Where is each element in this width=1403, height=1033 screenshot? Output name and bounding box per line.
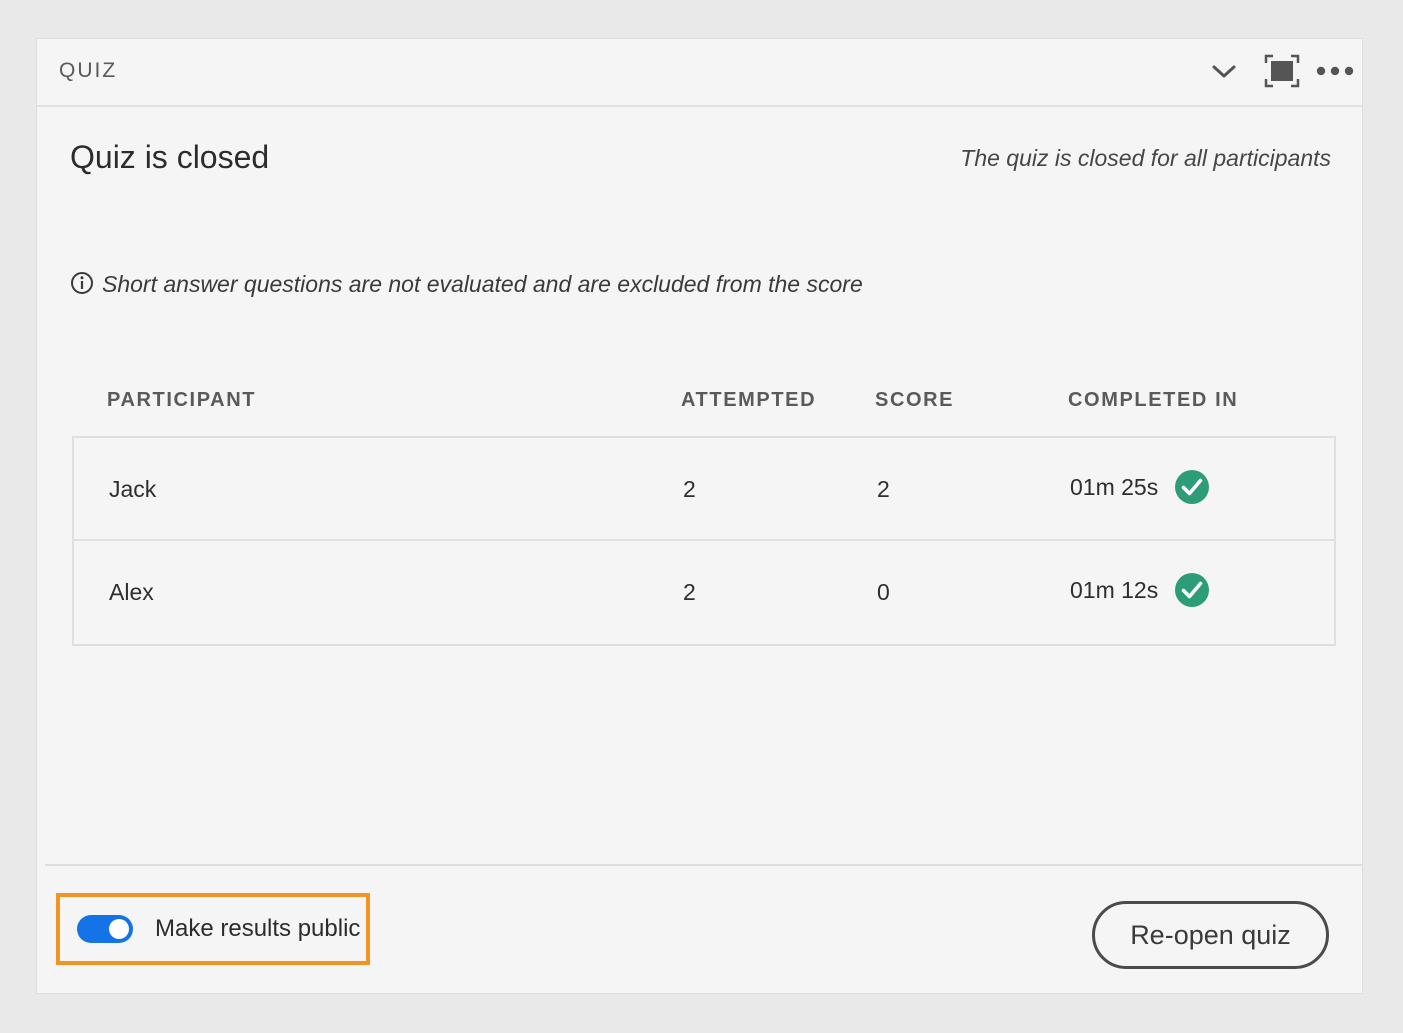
- evaluation-notice: Short answer questions are not evaluated…: [70, 271, 863, 298]
- make-results-public-highlight: Make results public: [56, 893, 370, 965]
- completed-in-time: 01m 12s: [1070, 576, 1159, 603]
- check-circle-icon: [1175, 573, 1210, 607]
- fullscreen-icon[interactable]: [1262, 53, 1302, 89]
- participant-name: Alex: [109, 579, 154, 605]
- table-header: PARTICIPANT ATTEMPTED SCORE COMPLETED IN: [72, 379, 1336, 436]
- reopen-quiz-button[interactable]: Re-open quiz: [1092, 901, 1329, 969]
- check-circle-icon: [1175, 470, 1210, 504]
- quiz-status-subtitle: The quiz is closed for all participants: [960, 145, 1331, 171]
- info-icon: [71, 271, 93, 294]
- column-header-completed-in[interactable]: COMPLETED IN: [1068, 389, 1238, 412]
- completed-in-cell: 01m 12s: [1070, 572, 1210, 608]
- panel-header: QUIZ: [37, 39, 1362, 107]
- participant-name: Jack: [109, 476, 157, 502]
- completed-in-time: 01m 25s: [1070, 473, 1159, 500]
- attempted-count: 2: [683, 579, 696, 605]
- column-header-attempted[interactable]: ATTEMPTED: [681, 389, 816, 412]
- score-value: 0: [877, 579, 890, 605]
- completed-in-cell: 01m 25s: [1070, 469, 1210, 505]
- chevron-down-icon[interactable]: [1204, 53, 1244, 89]
- table-row: Jack 2 2 01m 25s: [74, 438, 1334, 541]
- table-row: Alex 2 0 01m 12s: [74, 541, 1334, 644]
- footer-divider: [45, 864, 1362, 866]
- results-table: PARTICIPANT ATTEMPTED SCORE COMPLETED IN…: [72, 379, 1336, 646]
- quiz-status-title: Quiz is closed: [70, 139, 270, 175]
- notice-text: Short answer questions are not evaluated…: [102, 271, 863, 297]
- panel-title: QUIZ: [59, 59, 118, 82]
- make-results-public-toggle[interactable]: [77, 915, 133, 943]
- toggle-label[interactable]: Make results public: [155, 915, 360, 943]
- more-icon[interactable]: [1315, 53, 1355, 89]
- quiz-panel: QUIZ Quiz is closed The quiz is closed f…: [36, 38, 1363, 994]
- table-body: Jack 2 2 01m 25s Alex 2 0 01m 12s: [72, 436, 1336, 646]
- column-header-score[interactable]: SCORE: [875, 389, 954, 412]
- attempted-count: 2: [683, 476, 696, 502]
- toggle-knob: [109, 919, 129, 939]
- column-header-participant[interactable]: PARTICIPANT: [107, 389, 256, 412]
- score-value: 2: [877, 476, 890, 502]
